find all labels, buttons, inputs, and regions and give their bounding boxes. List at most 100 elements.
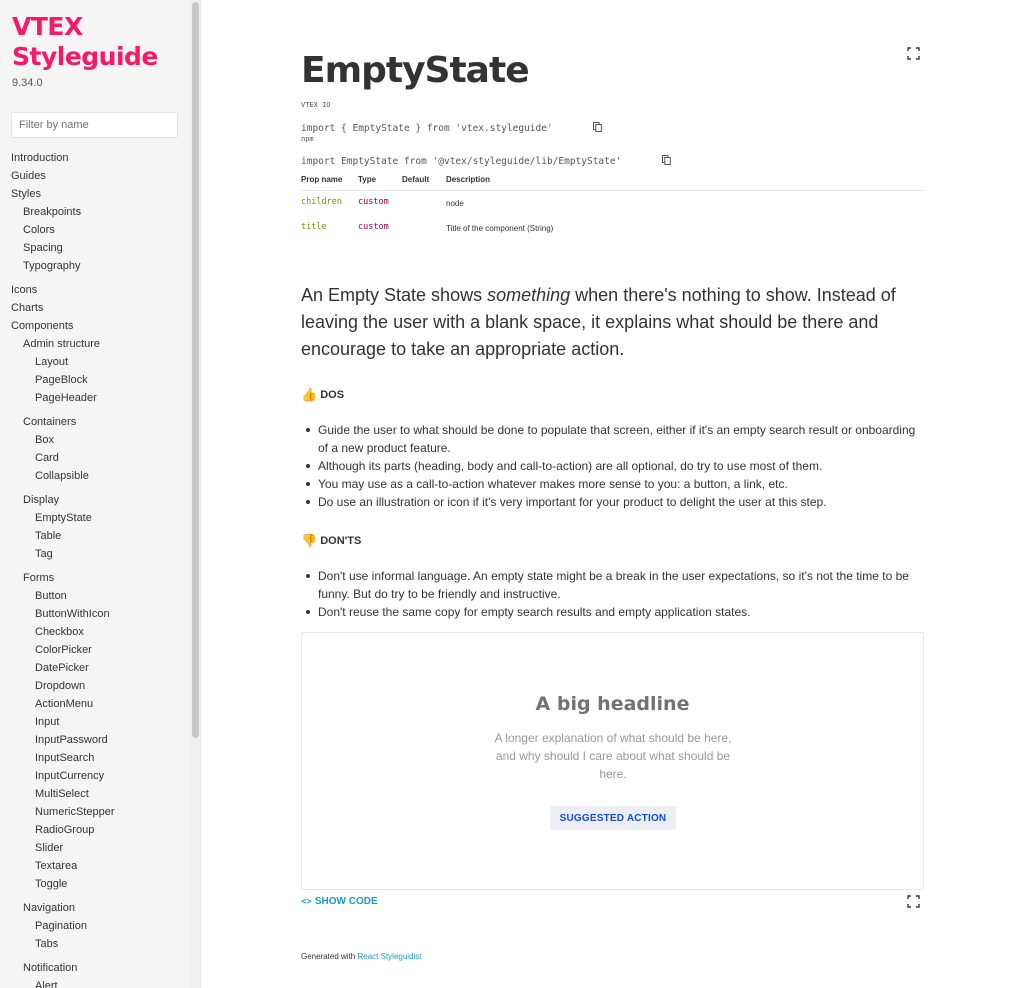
prop-name: title [301,222,327,232]
table-row: children custom node [301,197,924,221]
import-code-vtex-io: import { EmptyState } from 'vtex.stylegu… [301,111,602,146]
list-item: You may use as a call-to-action whatever… [306,475,918,493]
sidebar-item-collapsible[interactable]: Collapsible [35,470,89,482]
column-header: Type [358,175,377,184]
sidebar-scrollbar-thumb[interactable] [192,2,199,738]
prop-description: node [446,199,464,208]
sidebar-item-components[interactable]: Components [11,320,73,332]
list-item: Guide the user to what should be done to… [306,421,918,457]
sidebar-item-icons[interactable]: Icons [11,284,37,296]
sidebar-item-pagination[interactable]: Pagination [35,920,87,932]
sidebar-item-slider[interactable]: Slider [35,842,63,854]
footer: Generated with React Styleguidist [301,952,422,961]
table-row: title custom Title of the component (Str… [301,222,924,246]
sidebar-item-checkbox[interactable]: Checkbox [35,626,84,638]
fullscreen-icon[interactable] [907,895,920,908]
sidebar-item-inputsearch[interactable]: InputSearch [35,752,94,764]
sidebar-item-inputcurrency[interactable]: InputCurrency [35,770,104,782]
sidebar-item-input[interactable]: Input [35,716,59,728]
donts-heading-label: DON'TS [320,535,362,547]
sidebar-item-button[interactable]: Button [35,590,67,602]
sidebar: VTEX Styleguide 9.34.0 Introduction Guide… [0,0,201,988]
sidebar-item-colors[interactable]: Colors [23,224,55,236]
main-content: EmptyState VTEX IO import { EmptyState }… [201,0,1024,988]
sidebar-item-admin-structure[interactable]: Admin structure [23,338,100,350]
sidebar-item-pageheader[interactable]: PageHeader [35,392,97,404]
sidebar-item-inputpassword[interactable]: InputPassword [35,734,108,746]
prop-description: Title of the component (String) [446,224,554,233]
copy-icon[interactable] [559,111,602,146]
sidebar-item-notification[interactable]: Notification [23,962,77,974]
sidebar-item-box[interactable]: Box [35,434,54,446]
list-item: Don't use informal language. An empty st… [306,567,918,603]
sidebar-item-pageblock[interactable]: PageBlock [35,374,88,386]
show-code-label: SHOW CODE [314,896,378,907]
brand-logo[interactable]: VTEX Styleguide [12,12,182,72]
sidebar-item-numericstepper[interactable]: NumericStepper [35,806,114,818]
sidebar-item-toggle[interactable]: Toggle [35,878,67,890]
sidebar-item-textarea[interactable]: Textarea [35,860,77,872]
sidebar-item-containers[interactable]: Containers [23,416,76,428]
import-code-text: import { EmptyState } from 'vtex.stylegu… [301,123,553,134]
brand-title-line1: VTEX [12,12,83,41]
import-code-text: import EmptyState from '@vtex/styleguide… [301,156,622,167]
sidebar-item-radiogroup[interactable]: RadioGroup [35,824,94,836]
list-item: Don't reuse the same copy for empty sear… [306,603,918,621]
dos-heading: 👍 DOS [301,387,344,403]
sidebar-item-breakpoints[interactable]: Breakpoints [23,206,81,218]
dos-list: Guide the user to what should be done to… [306,421,918,511]
sidebar-item-typography[interactable]: Typography [23,260,80,272]
sidebar-item-guides[interactable]: Guides [11,170,46,182]
thumbs-down-icon: 👎 [301,533,318,548]
import-label-npm: npm [301,135,314,143]
page-title: EmptyState [301,50,530,91]
show-code-button[interactable]: <> SHOW CODE [301,896,378,907]
list-item: Do use an illustration or icon if it's v… [306,493,918,511]
sidebar-item-introduction[interactable]: Introduction [11,152,68,164]
donts-list: Don't use informal language. An empty st… [306,567,918,621]
lead-emphasis: something [487,285,571,305]
version-label: 9.34.0 [12,77,43,89]
sidebar-item-forms[interactable]: Forms [23,572,54,584]
sidebar-item-emptystate[interactable]: EmptyState [35,512,92,524]
column-header: Default [402,175,430,184]
brand-title-line2: Styleguide [12,42,158,71]
lead-paragraph: An Empty State shows something when ther… [301,282,911,363]
donts-heading: 👎 DON'TS [301,533,361,549]
column-header: Prop name [301,175,343,184]
suggested-action-button[interactable]: SUGGESTED ACTION [550,806,676,830]
sidebar-item-table[interactable]: Table [35,530,61,542]
sidebar-item-display[interactable]: Display [23,494,59,506]
list-item: Although its parts (heading, body and ca… [306,457,918,475]
empty-state-headline: A big headline [535,693,690,715]
sidebar-item-spacing[interactable]: Spacing [23,242,63,254]
sidebar-item-tabs[interactable]: Tabs [35,938,58,950]
props-table-header: Prop name Type Default Description [301,172,924,191]
footer-prefix: Generated with [301,952,358,961]
footer-link[interactable]: React Styleguidist [357,952,421,961]
sidebar-item-layout[interactable]: Layout [35,356,68,368]
prop-type: custom [358,197,389,207]
lead-text: An Empty State shows [301,285,488,305]
sidebar-item-buttonwithicon[interactable]: ButtonWithIcon [35,608,110,620]
filter-input[interactable] [11,112,178,138]
prop-name: children [301,197,342,207]
sidebar-item-charts[interactable]: Charts [11,302,43,314]
sidebar-item-colorpicker[interactable]: ColorPicker [35,644,92,656]
sidebar-item-navigation[interactable]: Navigation [23,902,75,914]
prop-type: custom [358,222,389,232]
sidebar-item-styles[interactable]: Styles [11,188,41,200]
dos-heading-label: DOS [320,389,345,401]
sidebar-item-tag[interactable]: Tag [35,548,53,560]
sidebar-item-datepicker[interactable]: DatePicker [35,662,89,674]
empty-state-text: A longer explanation of what should be h… [494,731,732,781]
sidebar-item-actionmenu[interactable]: ActionMenu [35,698,93,710]
sidebar-item-card[interactable]: Card [35,452,59,464]
sidebar-item-dropdown[interactable]: Dropdown [35,680,85,692]
fullscreen-icon[interactable] [907,47,920,60]
column-header: Description [446,175,491,184]
import-label-vtex-io: VTEX IO [301,101,331,109]
code-icon: <> [301,896,312,907]
sidebar-item-alert[interactable]: Alert [35,980,58,988]
sidebar-item-multiselect[interactable]: MultiSelect [35,788,89,800]
